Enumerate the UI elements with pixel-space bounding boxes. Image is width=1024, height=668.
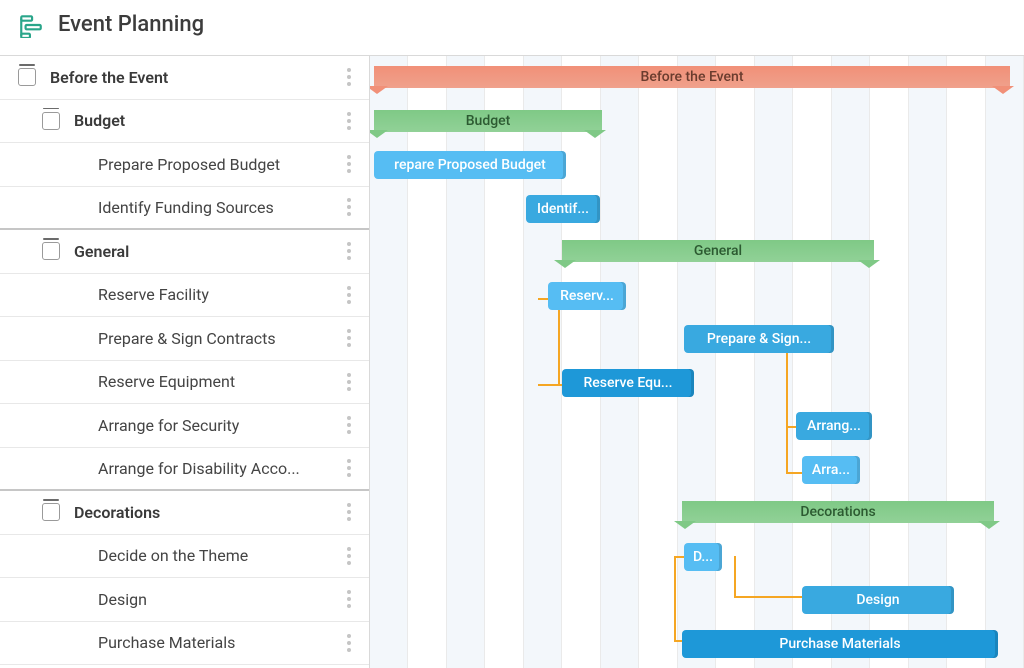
- more-icon[interactable]: [339, 541, 359, 571]
- row-label: General: [74, 242, 339, 261]
- summary-end-icon: [674, 521, 696, 529]
- row-label: Prepare Proposed Budget: [98, 155, 339, 174]
- tree-row-budget[interactable]: Budget: [0, 100, 369, 144]
- more-icon[interactable]: [339, 628, 359, 658]
- tree-row-prepare-sign[interactable]: Prepare & Sign Contracts: [0, 317, 369, 361]
- row-label: Prepare & Sign Contracts: [98, 329, 339, 348]
- gantt-chart[interactable]: Before the Event Budget repare Proposed …: [370, 56, 1024, 668]
- tree-row-identify-funding[interactable]: Identify Funding Sources: [0, 187, 369, 231]
- more-icon[interactable]: [339, 497, 359, 527]
- row-label: Design: [98, 590, 339, 609]
- gantt-icon: [18, 12, 44, 38]
- gantt-row: repare Proposed Budget: [370, 143, 1024, 187]
- row-label: Before the Event: [50, 68, 339, 87]
- gantt-row: Arrang...: [370, 404, 1024, 448]
- more-icon[interactable]: [339, 106, 359, 136]
- task-bar-reserve-equipment[interactable]: Reserve Equ...: [562, 369, 694, 397]
- row-label: Identify Funding Sources: [98, 198, 339, 217]
- collapse-button[interactable]: [18, 68, 36, 86]
- row-label: Reserve Facility: [98, 285, 339, 304]
- more-icon[interactable]: [339, 410, 359, 440]
- row-label: Decide on the Theme: [98, 546, 339, 565]
- summary-bar-budget[interactable]: Budget: [374, 110, 602, 132]
- collapse-button[interactable]: [42, 503, 60, 521]
- summary-end-icon: [370, 86, 388, 94]
- task-bar-design[interactable]: Design: [802, 586, 954, 614]
- summary-end-icon: [978, 521, 1000, 529]
- task-bar-identify-funding[interactable]: Identif...: [526, 195, 600, 223]
- page-title: Event Planning: [58, 12, 204, 37]
- more-icon[interactable]: [339, 323, 359, 353]
- more-icon[interactable]: [339, 236, 359, 266]
- row-label: Reserve Equipment: [98, 372, 339, 391]
- tree-row-arrange-disability[interactable]: Arrange for Disability Acco...: [0, 448, 369, 492]
- summary-end-icon: [992, 86, 1014, 94]
- more-icon[interactable]: [339, 453, 359, 483]
- row-label: Budget: [74, 111, 339, 130]
- summary-end-icon: [370, 130, 388, 138]
- more-icon[interactable]: [339, 192, 359, 222]
- tree-row-reserve-equipment[interactable]: Reserve Equipment: [0, 361, 369, 405]
- task-tree-panel: Before the Event Budget Prepare Proposed…: [0, 56, 370, 668]
- header: Event Planning: [0, 0, 1024, 56]
- gantt-row: Reserv...: [370, 274, 1024, 318]
- task-bar-reserve-facility[interactable]: Reserv...: [548, 282, 626, 310]
- row-label: Purchase Materials: [98, 633, 339, 652]
- tree-row-design[interactable]: Design: [0, 578, 369, 622]
- row-label: Decorations: [74, 503, 339, 522]
- tree-row-reserve-facility[interactable]: Reserve Facility: [0, 274, 369, 318]
- gantt-row: D...: [370, 535, 1024, 579]
- gantt-row: General: [370, 230, 1024, 274]
- collapse-button[interactable]: [42, 112, 60, 130]
- gantt-row: Reserve Equ...: [370, 361, 1024, 405]
- row-label: Arrange for Security: [98, 416, 339, 435]
- gantt-row: Decorations: [370, 491, 1024, 535]
- summary-bar-general[interactable]: General: [562, 240, 874, 262]
- more-icon[interactable]: [339, 62, 359, 92]
- task-bar-purchase-materials[interactable]: Purchase Materials: [682, 630, 998, 658]
- gantt-row: Budget: [370, 100, 1024, 144]
- summary-bar-decorations[interactable]: Decorations: [682, 501, 994, 523]
- tree-row-purchase-materials[interactable]: Purchase Materials: [0, 622, 369, 666]
- task-bar-prepare-sign[interactable]: Prepare & Sign...: [684, 325, 834, 353]
- summary-end-icon: [554, 260, 576, 268]
- gantt-row: Before the Event: [370, 56, 1024, 100]
- summary-end-icon: [858, 260, 880, 268]
- more-icon[interactable]: [339, 584, 359, 614]
- task-bar-arrange-security[interactable]: Arrang...: [796, 412, 872, 440]
- more-icon[interactable]: [339, 280, 359, 310]
- tree-row-general[interactable]: General: [0, 230, 369, 274]
- tree-row-decorations[interactable]: Decorations: [0, 491, 369, 535]
- more-icon[interactable]: [339, 367, 359, 397]
- tree-row-prepare-budget[interactable]: Prepare Proposed Budget: [0, 143, 369, 187]
- summary-end-icon: [584, 130, 606, 138]
- task-bar-decide-theme[interactable]: D...: [684, 543, 722, 571]
- gantt-row: Purchase Materials: [370, 622, 1024, 666]
- tree-row-decide-theme[interactable]: Decide on the Theme: [0, 535, 369, 579]
- task-bar-arrange-disability[interactable]: Arra...: [802, 456, 860, 484]
- summary-bar-before-event[interactable]: Before the Event: [374, 66, 1010, 88]
- gantt-row: Design: [370, 578, 1024, 622]
- tree-row-before-event[interactable]: Before the Event: [0, 56, 369, 100]
- gantt-row: Identif...: [370, 187, 1024, 231]
- gantt-row: Arra...: [370, 448, 1024, 492]
- more-icon[interactable]: [339, 149, 359, 179]
- task-bar-prepare-budget[interactable]: repare Proposed Budget: [374, 151, 566, 179]
- tree-row-arrange-security[interactable]: Arrange for Security: [0, 404, 369, 448]
- gantt-row: Prepare & Sign...: [370, 317, 1024, 361]
- collapse-button[interactable]: [42, 242, 60, 260]
- row-label: Arrange for Disability Acco...: [98, 459, 339, 478]
